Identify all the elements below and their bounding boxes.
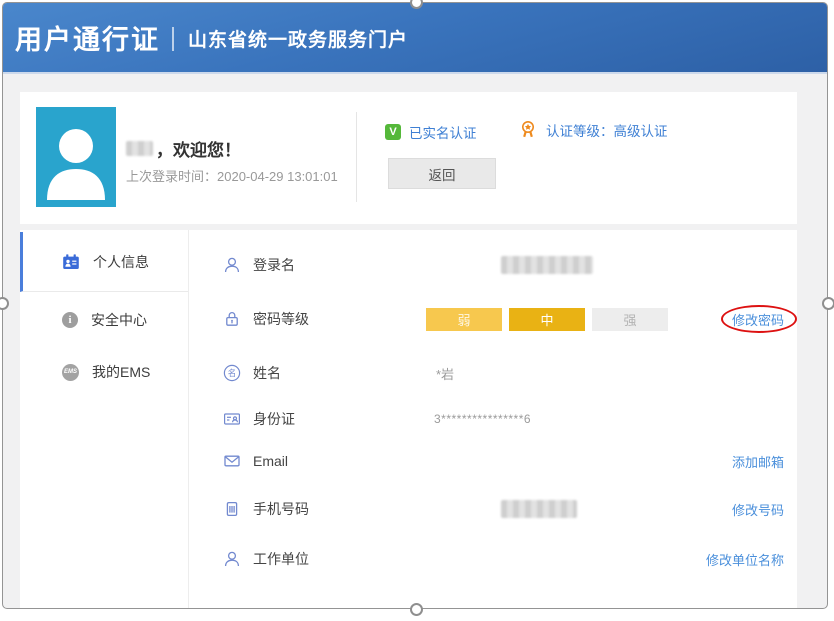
profile-row-login-name: 登录名 bbox=[189, 244, 797, 286]
sidebar-item-label: 安全中心 bbox=[91, 310, 147, 330]
id-badge-icon bbox=[62, 253, 80, 271]
verified-v-icon: V bbox=[385, 124, 401, 140]
person-silhouette-icon bbox=[36, 107, 116, 207]
profile-row-email: Email 添加邮箱 bbox=[189, 440, 797, 482]
welcome-text: ，欢迎您！ bbox=[156, 136, 241, 161]
sidebar-item-label: 我的EMS bbox=[92, 362, 150, 382]
last-login-time: 上次登录时间：2020-04-29 13:01:01 bbox=[126, 166, 338, 185]
change-number-link[interactable]: 修改号码 bbox=[732, 500, 784, 519]
mail-icon bbox=[222, 451, 242, 471]
portal-title: 用户通行证 bbox=[15, 18, 160, 57]
header-divider bbox=[172, 27, 174, 51]
row-label: 登录名 bbox=[253, 255, 295, 275]
sidebar-item-label: 个人信息 bbox=[93, 252, 149, 272]
user-icon bbox=[222, 549, 242, 569]
cert-level-badge: 认证等级：高级认证 bbox=[518, 119, 668, 140]
profile-row-id-card: 身份证 3****************6 bbox=[189, 398, 797, 440]
redacted-username bbox=[126, 141, 153, 156]
sidebar-item-personal-info[interactable]: 个人信息 bbox=[20, 232, 188, 292]
svg-text:名: 名 bbox=[228, 368, 237, 378]
row-label: 密码等级 bbox=[253, 309, 309, 329]
vertical-divider bbox=[356, 112, 357, 202]
strength-bar-medium: 中 bbox=[509, 308, 585, 331]
name-circle-icon: 名 bbox=[222, 363, 242, 383]
row-label: 身份证 bbox=[253, 409, 295, 429]
profile-row-work-unit: 工作单位 修改单位名称 bbox=[189, 538, 797, 580]
selection-handle-bottom[interactable] bbox=[410, 603, 423, 616]
redacted-phone-number bbox=[501, 500, 577, 518]
strength-bar-strong: 强 bbox=[592, 308, 668, 331]
lock-icon bbox=[222, 309, 242, 329]
welcome-line: ，欢迎您！ bbox=[126, 136, 241, 161]
selection-handle-right[interactable] bbox=[822, 297, 834, 310]
medal-icon bbox=[518, 119, 538, 140]
redacted-login-name bbox=[501, 256, 593, 274]
realname-badge-label: 已实名认证 bbox=[409, 122, 477, 142]
user-avatar bbox=[36, 107, 116, 207]
realname-verified-badge: V 已实名认证 bbox=[385, 122, 477, 142]
row-label: 手机号码 bbox=[253, 499, 309, 519]
profile-row-name: 名 姓名 *岩 bbox=[189, 352, 797, 394]
user-icon bbox=[222, 255, 242, 275]
profile-row-password-level: 密码等级 弱 中 强 修改密码 bbox=[189, 298, 797, 340]
portal-subtitle: 山东省统一政务服务门户 bbox=[188, 25, 408, 52]
row-label: Email bbox=[253, 453, 288, 469]
user-summary-card: ，欢迎您！ 上次登录时间：2020-04-29 13:01:01 V 已实名认证… bbox=[20, 92, 797, 224]
ems-icon: EMS bbox=[62, 364, 79, 381]
back-button[interactable]: 返回 bbox=[388, 158, 496, 189]
change-password-link[interactable]: 修改密码 bbox=[732, 310, 784, 329]
change-unit-name-link[interactable]: 修改单位名称 bbox=[706, 550, 784, 569]
cert-badge-label: 认证等级：高级认证 bbox=[546, 120, 668, 140]
id-card-value: 3****************6 bbox=[434, 412, 531, 426]
password-strength-meter: 弱 中 强 bbox=[426, 308, 668, 331]
building-icon bbox=[222, 499, 242, 519]
captured-window: 用户通行证 山东省统一政务服务门户 ，欢迎您！ 上次登录时间：2020-04-2… bbox=[2, 2, 828, 609]
add-email-link[interactable]: 添加邮箱 bbox=[732, 452, 784, 471]
name-value: *岩 bbox=[436, 364, 454, 383]
sidebar-item-security-center[interactable]: i 安全中心 bbox=[20, 292, 188, 347]
strength-bar-weak: 弱 bbox=[426, 308, 502, 331]
info-icon: i bbox=[62, 312, 78, 328]
sidebar-item-my-ems[interactable]: EMS 我的EMS bbox=[20, 347, 188, 397]
profile-row-mobile: 手机号码 修改号码 bbox=[189, 488, 797, 530]
portal-header: 用户通行证 山东省统一政务服务门户 bbox=[3, 3, 827, 74]
row-label: 姓名 bbox=[253, 363, 281, 383]
profile-card: 个人信息 i 安全中心 EMS 我的EMS 登录名 bbox=[20, 230, 797, 609]
id-card-icon bbox=[222, 409, 242, 429]
row-label: 工作单位 bbox=[253, 549, 309, 569]
